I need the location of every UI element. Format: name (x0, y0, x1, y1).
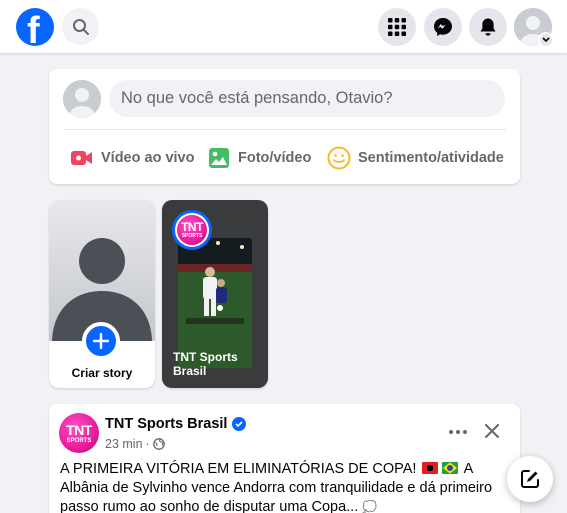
story-card-tnt-sports[interactable]: TNT SPORTS TNT Sports Brasil (162, 200, 268, 388)
brazil-flag-icon (442, 462, 459, 474)
account-menu-toggle[interactable] (538, 32, 554, 48)
post-headline: A PRIMEIRA VITÓRIA EM ELIMINATÓRIAS DE C… (60, 461, 417, 477)
thought-bubble-icon: 💭 (362, 500, 378, 513)
add-story-button[interactable] (82, 322, 120, 360)
menu-button[interactable] (378, 8, 416, 46)
messenger-button[interactable] (424, 8, 462, 46)
post-text: A PRIMEIRA VITÓRIA EM ELIMINATÓRIAS DE C… (60, 460, 516, 513)
create-story-label: Criar story (71, 366, 133, 380)
post-composer: No que você está pensando, Otavio? Vídeo… (49, 69, 520, 184)
avatar-placeholder-icon (52, 238, 152, 341)
facebook-logo[interactable]: f (16, 8, 54, 46)
post-timestamp[interactable]: 23 min (105, 437, 143, 451)
messenger-icon (434, 18, 452, 36)
soccer-photo (178, 238, 252, 368)
composer-input[interactable]: No que você está pensando, Otavio? (109, 80, 505, 117)
close-icon (485, 424, 499, 438)
albania-flag-icon (422, 462, 439, 474)
live-video-button[interactable]: Vídeo ao vivo (70, 143, 194, 173)
bell-icon (480, 18, 496, 36)
meta-separator: · (145, 437, 150, 451)
live-video-label: Vídeo ao vivo (101, 150, 195, 166)
live-video-icon (70, 146, 94, 170)
create-story-avatar (49, 200, 155, 341)
globe-icon (152, 438, 165, 450)
create-story-card[interactable]: Criar story (49, 200, 155, 388)
tnt-sports-logo: TNT SPORTS (175, 213, 209, 247)
post-options-button[interactable] (443, 420, 473, 444)
post-meta: 23 min · (105, 437, 165, 451)
composer-avatar (63, 80, 101, 118)
post-author-name[interactable]: TNT Sports Brasil (105, 416, 247, 432)
menu-grid-icon (388, 18, 406, 36)
photo-video-label: Foto/vídeo (238, 150, 312, 166)
story-avatar-ring: TNT SPORTS (172, 210, 212, 250)
story-author-name: TNT Sports Brasil (173, 350, 238, 378)
search-button[interactable] (62, 8, 99, 45)
search-icon (72, 18, 89, 35)
more-horizontal-icon (449, 430, 467, 434)
avatar-icon (63, 80, 101, 118)
post-author-avatar[interactable]: TNT SPORTS (59, 413, 99, 453)
feeling-activity-label: Sentimento/atividade (358, 150, 504, 166)
verified-badge-icon (232, 417, 247, 431)
feed-post: TNT SPORTS TNT Sports Brasil 23 min · A … (49, 404, 520, 513)
feeling-activity-button[interactable]: Sentimento/atividade (327, 143, 504, 173)
hide-post-button[interactable] (479, 418, 505, 444)
top-navigation-bar: f (0, 0, 567, 54)
divider (63, 129, 506, 130)
notifications-button[interactable] (469, 8, 507, 46)
plus-icon (93, 333, 109, 349)
story-thumbnail (178, 238, 252, 368)
compose-icon (521, 470, 539, 488)
chevron-down-icon (542, 37, 550, 43)
tnt-sports-logo: TNT SPORTS (59, 413, 99, 453)
new-message-button[interactable] (507, 456, 553, 502)
photo-video-button[interactable]: Foto/vídeo (207, 143, 311, 173)
photo-icon (207, 146, 231, 170)
feeling-icon (327, 146, 351, 170)
